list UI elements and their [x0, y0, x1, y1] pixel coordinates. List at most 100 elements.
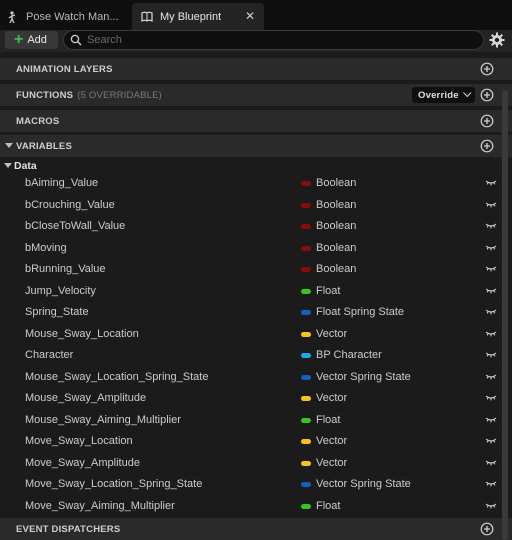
type-color-pill[interactable]: [301, 181, 311, 186]
close-icon[interactable]: ✕: [244, 10, 256, 22]
variable-row[interactable]: Move_Sway_Aiming_Multiplier Float: [0, 496, 500, 517]
eye-closed-icon[interactable]: [485, 480, 497, 488]
variable-row[interactable]: Mouse_Sway_Location Vector: [0, 324, 500, 345]
eye-closed-icon[interactable]: [485, 459, 497, 467]
override-label: Override: [418, 89, 459, 101]
variable-row[interactable]: Mouse_Sway_Aiming_Multiplier Float: [0, 410, 500, 431]
variable-type[interactable]: Boolean: [316, 199, 356, 211]
eye-closed-icon[interactable]: [485, 287, 497, 295]
eye-closed-icon[interactable]: [485, 502, 497, 510]
search-input[interactable]: [87, 34, 467, 46]
eye-closed-icon[interactable]: [485, 373, 497, 381]
section-title: FUNCTIONS: [16, 89, 74, 101]
section-event-dispatchers[interactable]: EVENT DISPATCHERS: [0, 518, 512, 540]
expand-caret-icon[interactable]: [4, 163, 12, 168]
type-color-pill[interactable]: [301, 503, 311, 509]
pose-watch-icon: [6, 10, 20, 24]
variable-name: Move_Sway_Amplitude: [25, 456, 140, 469]
variable-name: bCloseToWall_Value: [25, 220, 126, 232]
tab-pose-watch-manager[interactable]: Pose Watch Man...: [0, 3, 130, 30]
variable-type[interactable]: Float Spring State: [316, 306, 404, 318]
variable-type[interactable]: Vector: [316, 435, 347, 447]
variable-row[interactable]: Move_Sway_Location_Spring_State Vector Sp…: [0, 474, 500, 495]
variable-type[interactable]: BP Character: [316, 349, 382, 361]
variable-row[interactable]: bAiming_Value Boolean: [0, 173, 500, 194]
variable-name: Mouse_Sway_Aiming_Multiplier: [25, 413, 181, 426]
eye-closed-icon[interactable]: [485, 244, 497, 252]
add-circle-icon[interactable]: [480, 522, 494, 536]
section-subtitle: (5 OVERRIDABLE): [77, 89, 163, 101]
variable-row[interactable]: bCloseToWall_Value Boolean: [0, 216, 500, 237]
type-color-pill[interactable]: [301, 460, 311, 466]
variable-row[interactable]: Mouse_Sway_Amplitude Vector: [0, 388, 500, 409]
add-circle-icon[interactable]: [480, 114, 494, 128]
variable-type[interactable]: Vector: [316, 328, 347, 340]
variable-type[interactable]: Float: [316, 500, 340, 512]
eye-closed-icon[interactable]: [485, 201, 497, 209]
type-color-pill[interactable]: [301, 396, 311, 401]
type-color-pill[interactable]: [301, 331, 311, 337]
variable-row[interactable]: Move_Sway_Location Vector: [0, 431, 500, 452]
variable-type[interactable]: Boolean: [316, 242, 356, 254]
eye-closed-icon[interactable]: [485, 222, 497, 230]
variable-row[interactable]: Character BP Character: [0, 345, 500, 366]
override-dropdown[interactable]: Override: [412, 87, 475, 103]
eye-closed-icon[interactable]: [485, 351, 497, 359]
type-color-pill[interactable]: [301, 439, 311, 444]
section-macros[interactable]: MACROS: [0, 110, 512, 132]
variable-row[interactable]: bMoving Boolean: [0, 238, 500, 259]
type-color-pill[interactable]: [301, 245, 311, 251]
variable-type[interactable]: Boolean: [316, 177, 356, 189]
type-color-pill[interactable]: [301, 288, 311, 294]
add-button[interactable]: + Add: [5, 31, 58, 49]
section-animation-layers[interactable]: ANIMATION LAYERS: [0, 58, 512, 80]
variable-name: Move_Sway_Location: [25, 435, 133, 447]
variable-row[interactable]: Move_Sway_Amplitude Vector: [0, 453, 500, 474]
variable-type[interactable]: Vector Spring State: [316, 478, 411, 490]
eye-closed-icon[interactable]: [485, 437, 497, 445]
type-color-pill[interactable]: [301, 224, 311, 229]
variable-type[interactable]: Float: [316, 414, 340, 426]
category-label: Data: [14, 160, 37, 172]
category-data[interactable]: Data: [0, 158, 512, 174]
section-variables[interactable]: VARIABLES: [0, 135, 512, 157]
search-box[interactable]: [63, 30, 484, 50]
variable-type[interactable]: Float: [316, 285, 340, 297]
variable-type[interactable]: Boolean: [316, 263, 356, 275]
variable-row[interactable]: Mouse_Sway_Location_Spring_State Vector S…: [0, 367, 500, 388]
type-color-pill[interactable]: [301, 353, 311, 358]
variable-type[interactable]: Vector Spring State: [316, 371, 411, 383]
variable-type[interactable]: Boolean: [316, 220, 356, 232]
expand-caret-icon[interactable]: [5, 143, 13, 148]
type-color-pill[interactable]: [301, 310, 311, 315]
tab-label: My Blueprint: [160, 10, 222, 23]
add-circle-icon[interactable]: [480, 139, 494, 153]
type-color-pill[interactable]: [301, 417, 311, 423]
variable-type[interactable]: Vector: [316, 392, 347, 404]
variable-type[interactable]: Vector: [316, 457, 347, 469]
add-circle-icon[interactable]: [480, 62, 494, 76]
add-circle-icon[interactable]: [480, 88, 494, 102]
type-color-pill[interactable]: [301, 202, 311, 208]
vertical-scrollbar[interactable]: [502, 90, 508, 540]
type-color-pill[interactable]: [301, 374, 311, 380]
variable-row[interactable]: Spring_State Float Spring State: [0, 302, 500, 323]
add-button-label: Add: [27, 34, 47, 46]
eye-closed-icon[interactable]: [485, 265, 497, 273]
eye-closed-icon[interactable]: [485, 330, 497, 338]
variable-name: Jump_Velocity: [25, 284, 96, 297]
eye-closed-icon[interactable]: [485, 179, 497, 187]
eye-closed-icon[interactable]: [485, 308, 497, 316]
variable-row[interactable]: Jump_Velocity Float: [0, 281, 500, 302]
type-color-pill[interactable]: [301, 482, 311, 487]
type-color-pill[interactable]: [301, 267, 311, 272]
eye-closed-icon[interactable]: [485, 416, 497, 424]
variable-name: bMoving: [25, 241, 67, 254]
variable-name: Mouse_Sway_Location: [25, 327, 139, 340]
section-functions[interactable]: FUNCTIONS (5 OVERRIDABLE) Override: [0, 84, 512, 106]
gear-icon[interactable]: [489, 32, 505, 48]
eye-closed-icon[interactable]: [485, 394, 497, 402]
variable-row[interactable]: bRunning_Value Boolean: [0, 259, 500, 280]
variable-row[interactable]: bCrouching_Value Boolean: [0, 195, 500, 216]
tab-my-blueprint[interactable]: My Blueprint ✕: [132, 3, 264, 30]
